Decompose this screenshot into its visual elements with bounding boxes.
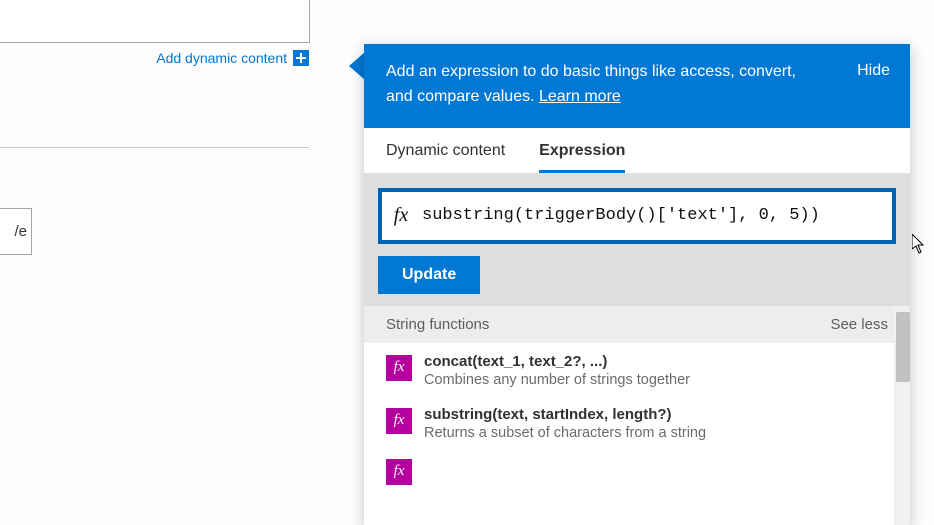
- function-item-partial[interactable]: fx: [364, 449, 910, 485]
- add-dynamic-content-row: Add dynamic content: [0, 44, 312, 72]
- hide-button[interactable]: Hide: [857, 60, 890, 80]
- function-item-substring[interactable]: fx substring(text, startIndex, length?) …: [364, 396, 910, 449]
- flyout-description: Add an expression to do basic things lik…: [386, 60, 806, 110]
- flyout-header: Add an expression to do basic things lik…: [364, 44, 910, 128]
- function-item-concat[interactable]: fx concat(text_1, text_2?, ...) Combines…: [364, 343, 910, 396]
- function-group-header: String functions See less: [364, 306, 910, 343]
- plus-icon[interactable]: [293, 50, 309, 66]
- mouse-cursor-icon: [912, 234, 926, 254]
- fx-chip-icon: fx: [386, 355, 412, 381]
- function-description: Combines any number of strings together: [424, 372, 690, 388]
- learn-more-link[interactable]: Learn more: [539, 88, 621, 105]
- divider: [0, 147, 309, 148]
- expression-editor-area: fx Update: [364, 174, 910, 306]
- scrollbar-thumb[interactable]: [896, 312, 910, 382]
- expression-input-wrap: fx: [378, 188, 896, 244]
- function-description: Returns a subset of characters from a st…: [424, 425, 706, 441]
- function-group-title: String functions: [386, 316, 489, 333]
- fx-chip-icon: fx: [386, 459, 412, 485]
- expression-flyout-panel: Add an expression to do basic things lik…: [364, 44, 910, 525]
- see-less-link[interactable]: See less: [830, 316, 888, 333]
- functions-list[interactable]: String functions See less fx concat(text…: [364, 306, 910, 525]
- function-signature: substring(text, startIndex, length?): [424, 406, 706, 423]
- callout-beak-icon: [349, 52, 365, 80]
- tab-bar: Dynamic content Expression: [364, 128, 910, 174]
- fx-chip-icon: fx: [386, 408, 412, 434]
- fx-icon: fx: [382, 204, 420, 227]
- add-dynamic-content-link[interactable]: Add dynamic content: [156, 50, 287, 66]
- expression-input[interactable]: [420, 205, 892, 226]
- scrollbar-track[interactable]: [894, 306, 910, 525]
- left-input-card-fragment: [0, 0, 310, 43]
- function-item-text: substring(text, startIndex, length?) Ret…: [424, 406, 706, 441]
- function-signature: concat(text_1, text_2?, ...): [424, 353, 690, 370]
- update-button[interactable]: Update: [378, 256, 480, 294]
- save-button-fragment[interactable]: /e: [0, 208, 32, 255]
- tab-dynamic-content[interactable]: Dynamic content: [386, 142, 505, 173]
- tab-expression[interactable]: Expression: [539, 142, 625, 173]
- function-item-text: concat(text_1, text_2?, ...) Combines an…: [424, 353, 690, 388]
